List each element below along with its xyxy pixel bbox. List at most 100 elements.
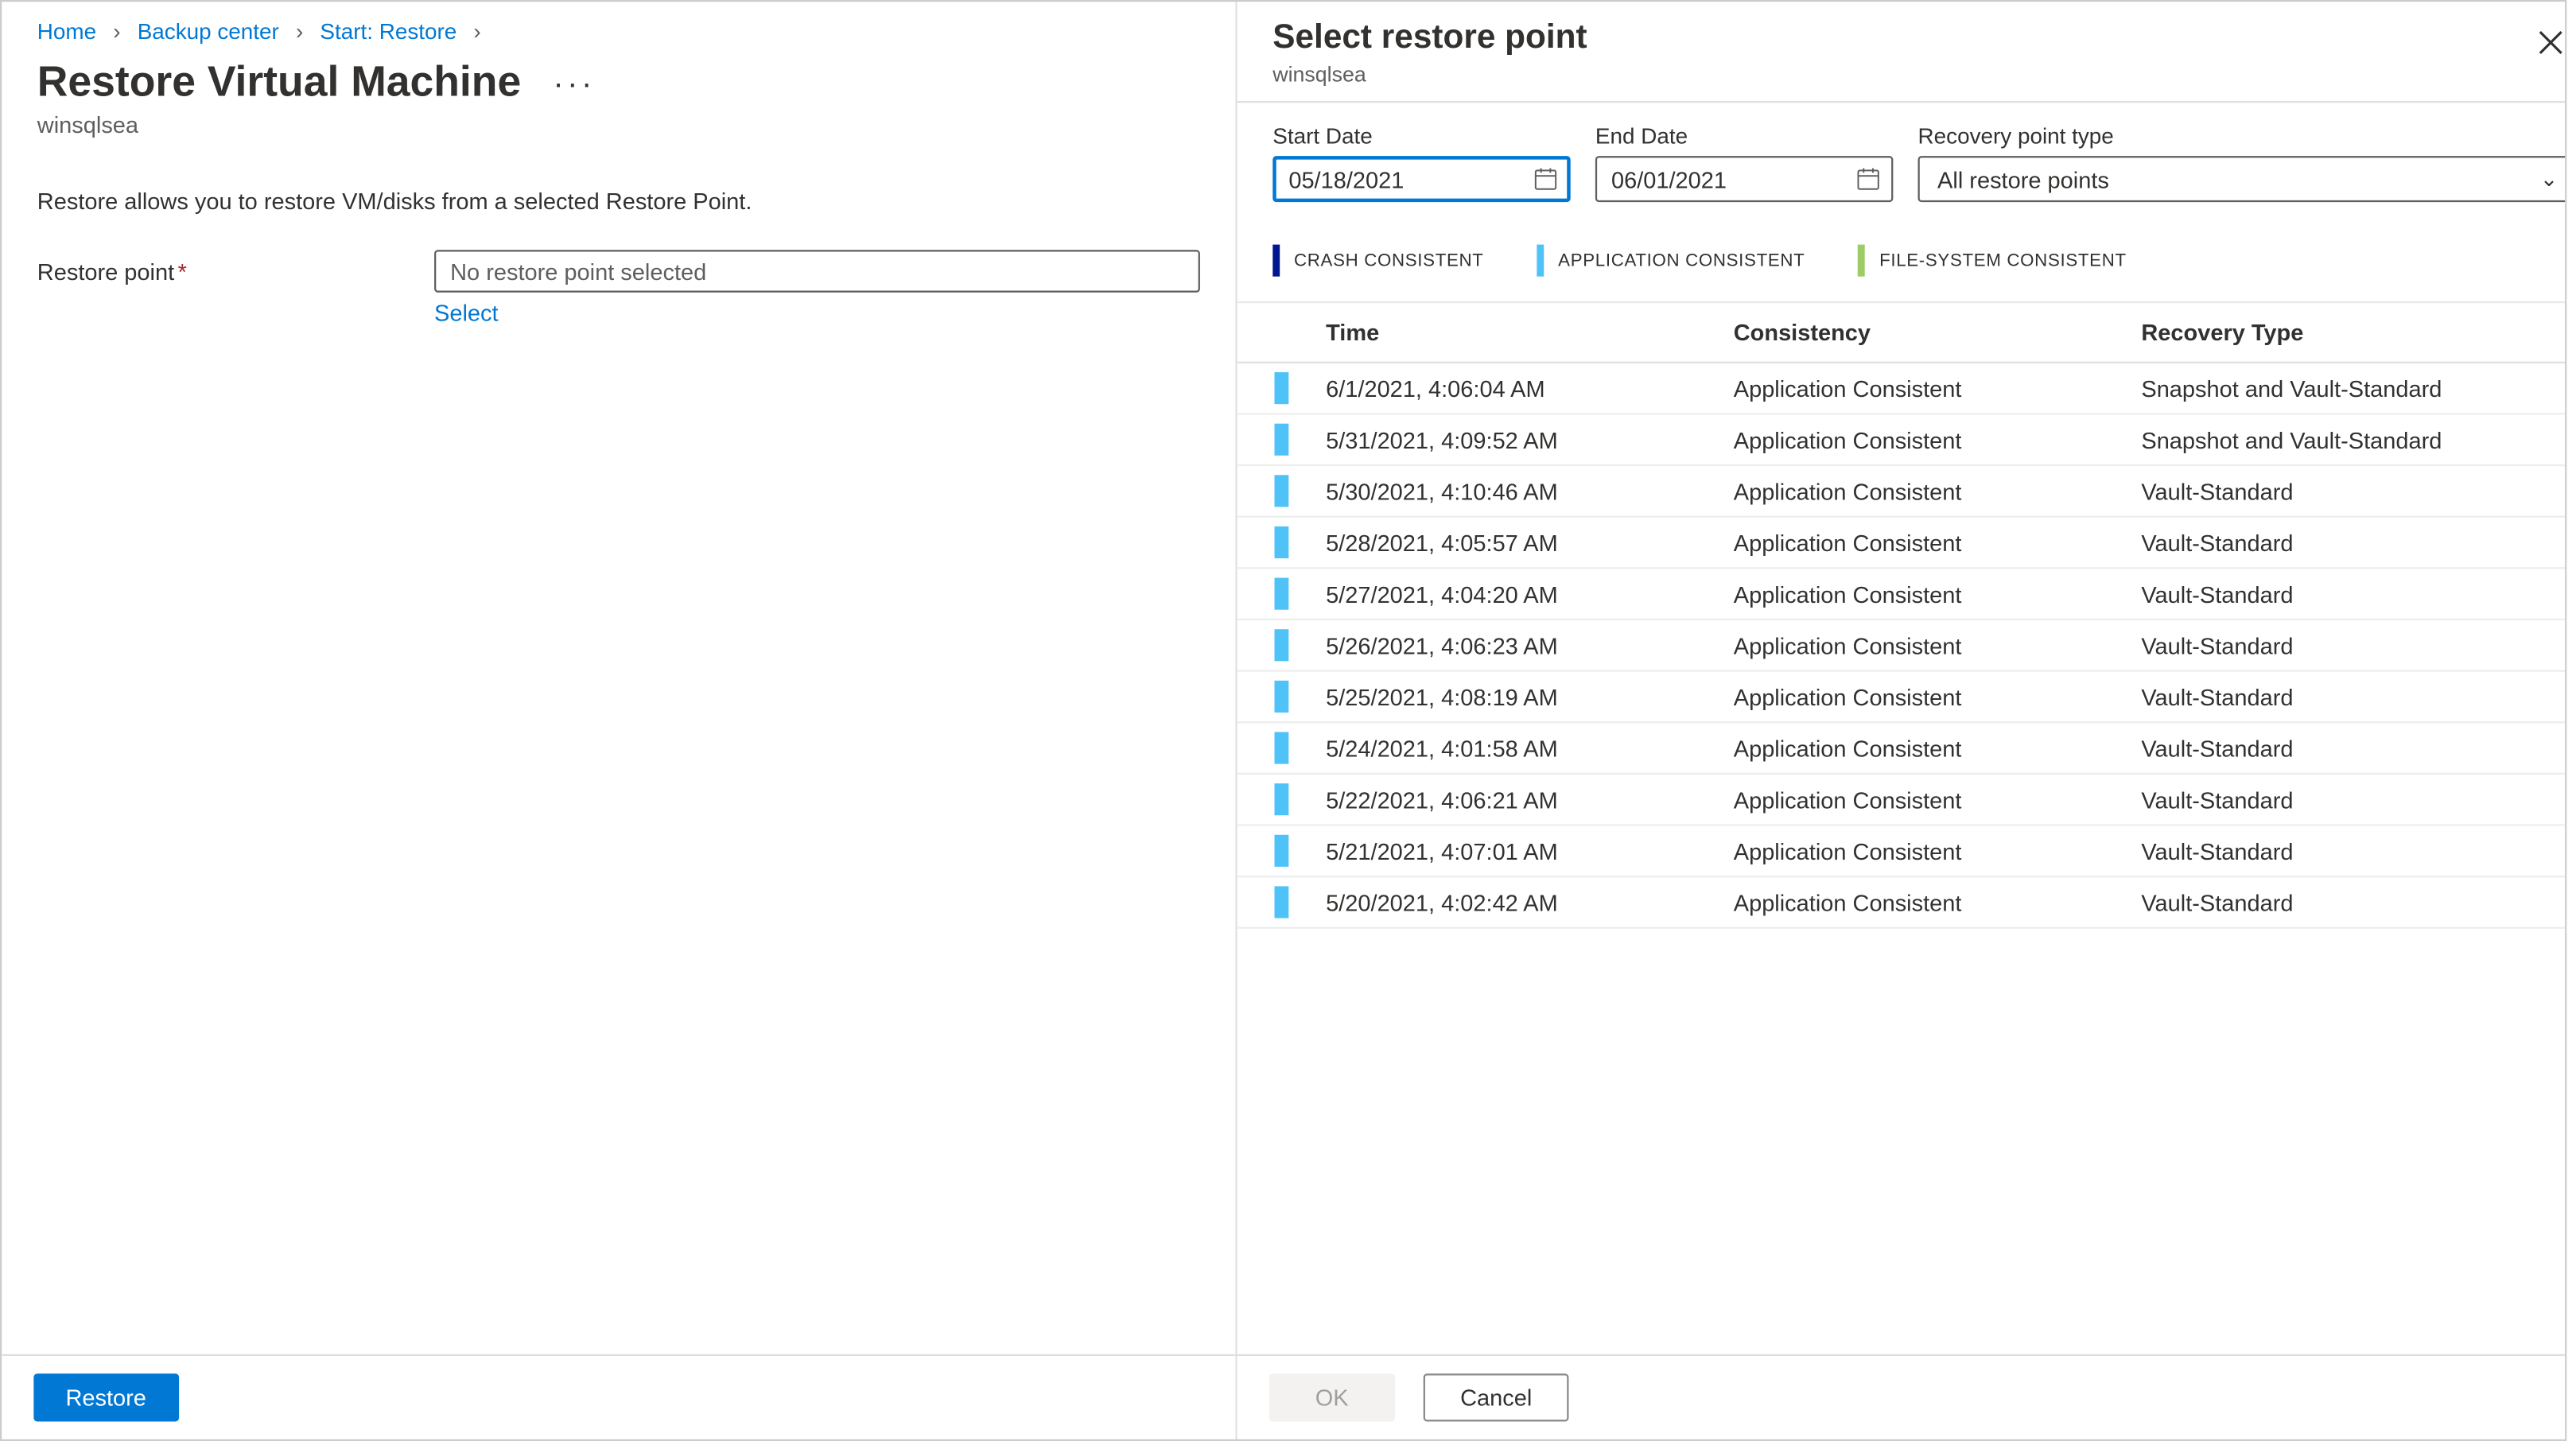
cell-recovery-type: Vault-Standard <box>2123 478 2566 504</box>
cell-consistency: Application Consistent <box>1715 889 2123 915</box>
left-footer: Restore <box>2 1354 1235 1439</box>
ok-button[interactable]: OK <box>1269 1373 1395 1421</box>
close-button[interactable] <box>2527 23 2566 71</box>
legend-bar-fs <box>1858 245 1865 277</box>
table-row[interactable]: 5/27/2021, 4:04:20 AM Application Consis… <box>1237 569 2567 620</box>
chevron-right-icon: › <box>113 20 120 45</box>
cell-time: 5/25/2021, 4:08:19 AM <box>1308 683 1716 709</box>
cell-time: 5/28/2021, 4:05:57 AM <box>1308 529 1716 555</box>
cell-consistency: Application Consistent <box>1715 632 2123 658</box>
legend-filesystem-consistent: FILE-SYSTEM CONSISTENT <box>1858 245 2126 277</box>
legend-bar-crash <box>1272 245 1280 277</box>
calendar-icon[interactable] <box>1533 167 1558 192</box>
cell-recovery-type: Vault-Standard <box>2123 786 2566 812</box>
recovery-type-label: Recovery point type <box>1918 124 2567 149</box>
start-date-input[interactable] <box>1272 156 1570 202</box>
cell-consistency: Application Consistent <box>1715 529 2123 555</box>
cell-time: 5/20/2021, 4:02:42 AM <box>1308 889 1716 915</box>
column-recovery-type[interactable]: Recovery Type <box>2123 319 2566 345</box>
consistency-bar-icon <box>1274 783 1288 815</box>
table-row[interactable]: 6/1/2021, 4:06:04 AM Application Consist… <box>1237 363 2567 415</box>
breadcrumb-home[interactable]: Home <box>37 20 96 45</box>
recovery-type-value: All restore points <box>1937 165 2109 192</box>
cell-time: 5/24/2021, 4:01:58 AM <box>1308 735 1716 761</box>
cell-recovery-type: Snapshot and Vault-Standard <box>2123 426 2566 452</box>
restore-description: Restore allows you to restore VM/disks f… <box>2 163 1235 250</box>
cell-consistency: Application Consistent <box>1715 581 2123 607</box>
cell-time: 5/31/2021, 4:09:52 AM <box>1308 426 1716 452</box>
consistency-bar-icon <box>1274 372 1288 404</box>
table-row[interactable]: 5/25/2021, 4:08:19 AM Application Consis… <box>1237 672 2567 724</box>
recovery-type-dropdown[interactable]: All restore points ⌄ <box>1918 156 2567 202</box>
consistency-bar-icon <box>1274 526 1288 558</box>
cell-recovery-type: Vault-Standard <box>2123 529 2566 555</box>
panel-title: Select restore point <box>1272 20 1587 59</box>
table-row[interactable]: 5/26/2021, 4:06:23 AM Application Consis… <box>1237 620 2567 672</box>
breadcrumb-backup-center[interactable]: Backup center <box>138 20 279 45</box>
cell-time: 5/27/2021, 4:04:20 AM <box>1308 581 1716 607</box>
cell-consistency: Application Consistent <box>1715 375 2123 401</box>
table-row[interactable]: 5/28/2021, 4:05:57 AM Application Consis… <box>1237 518 2567 569</box>
table-row[interactable]: 5/31/2021, 4:09:52 AM Application Consis… <box>1237 415 2567 467</box>
close-icon <box>2539 30 2563 55</box>
restore-point-label: Restore point* <box>37 250 434 285</box>
consistency-bar-icon <box>1274 578 1288 610</box>
consistency-bar-icon <box>1274 475 1288 507</box>
breadcrumb: Home › Backup center › Start: Restore › <box>2 2 1235 44</box>
cell-time: 6/1/2021, 4:06:04 AM <box>1308 375 1716 401</box>
right-footer: OK Cancel <box>1237 1354 2567 1439</box>
left-panel: Home › Backup center › Start: Restore › … <box>2 2 1237 1439</box>
cancel-button[interactable]: Cancel <box>1423 1373 1569 1421</box>
page-title: Restore Virtual Machine <box>37 59 521 108</box>
more-actions-button[interactable]: ··· <box>542 60 606 107</box>
end-date-label: End Date <box>1595 124 1893 149</box>
start-date-label: Start Date <box>1272 124 1570 149</box>
cell-time: 5/26/2021, 4:06:23 AM <box>1308 632 1716 658</box>
legend-crash-consistent: CRASH CONSISTENT <box>1272 245 1483 277</box>
cell-recovery-type: Snapshot and Vault-Standard <box>2123 375 2566 401</box>
chevron-right-icon: › <box>473 20 480 45</box>
consistency-legend: CRASH CONSISTENT APPLICATION CONSISTENT … <box>1237 216 2567 301</box>
consistency-bar-icon <box>1274 629 1288 661</box>
table-row[interactable]: 5/30/2021, 4:10:46 AM Application Consis… <box>1237 466 2567 518</box>
select-restore-point-panel: Select restore point winsqlsea Start Dat… <box>1237 2 2567 1439</box>
column-time[interactable]: Time <box>1308 319 1716 345</box>
cell-consistency: Application Consistent <box>1715 478 2123 504</box>
end-date-field[interactable] <box>1611 165 1824 192</box>
table-row[interactable]: 5/21/2021, 4:07:01 AM Application Consis… <box>1237 826 2567 878</box>
chevron-right-icon: › <box>296 20 303 45</box>
consistency-bar-icon <box>1274 732 1288 763</box>
consistency-bar-icon <box>1274 886 1288 918</box>
restore-button[interactable]: Restore <box>33 1373 178 1421</box>
table-header: Time Consistency Recovery Type <box>1237 303 2567 363</box>
start-date-field[interactable] <box>1288 165 1501 192</box>
restore-point-input[interactable]: No restore point selected <box>434 250 1200 292</box>
cell-consistency: Application Consistent <box>1715 735 2123 761</box>
calendar-icon[interactable] <box>1856 167 1881 192</box>
cell-consistency: Application Consistent <box>1715 426 2123 452</box>
table-row[interactable]: 5/24/2021, 4:01:58 AM Application Consis… <box>1237 723 2567 775</box>
table-row[interactable]: 5/20/2021, 4:02:42 AM Application Consis… <box>1237 877 2567 929</box>
consistency-bar-icon <box>1274 681 1288 713</box>
cell-recovery-type: Vault-Standard <box>2123 735 2566 761</box>
breadcrumb-start-restore[interactable]: Start: Restore <box>320 20 457 45</box>
consistency-bar-icon <box>1274 424 1288 456</box>
legend-application-consistent: APPLICATION CONSISTENT <box>1537 245 1805 277</box>
consistency-bar-icon <box>1274 835 1288 867</box>
select-restore-point-link[interactable]: Select <box>434 300 499 326</box>
resource-subtitle: winsqlsea <box>2 108 1235 163</box>
cell-recovery-type: Vault-Standard <box>2123 632 2566 658</box>
panel-subtitle: winsqlsea <box>1272 62 1587 87</box>
cell-time: 5/22/2021, 4:06:21 AM <box>1308 786 1716 812</box>
restore-point-placeholder: No restore point selected <box>450 258 706 284</box>
column-consistency[interactable]: Consistency <box>1715 319 2123 345</box>
cell-recovery-type: Vault-Standard <box>2123 581 2566 607</box>
cell-consistency: Application Consistent <box>1715 683 2123 709</box>
table-row[interactable]: 5/22/2021, 4:06:21 AM Application Consis… <box>1237 775 2567 826</box>
end-date-input[interactable] <box>1595 156 1893 202</box>
restore-points-table: Time Consistency Recovery Type 6/1/2021,… <box>1237 301 2567 929</box>
cell-consistency: Application Consistent <box>1715 837 2123 864</box>
cell-consistency: Application Consistent <box>1715 786 2123 812</box>
cell-time: 5/30/2021, 4:10:46 AM <box>1308 478 1716 504</box>
cell-recovery-type: Vault-Standard <box>2123 683 2566 709</box>
